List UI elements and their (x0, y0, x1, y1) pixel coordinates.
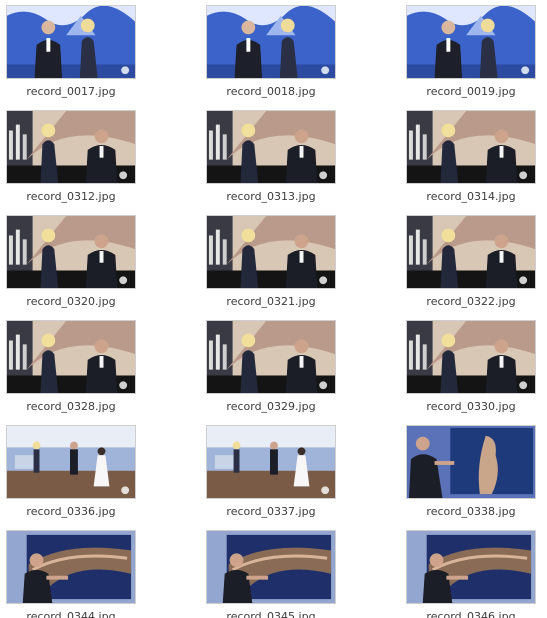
file-item[interactable]: record_0017.jpg (0, 5, 142, 109)
image-thumbnail[interactable] (406, 215, 536, 289)
file-item[interactable]: record_0346.jpg (382, 530, 542, 618)
file-item[interactable]: record_0337.jpg (182, 425, 342, 529)
file-item[interactable]: record_0328.jpg (0, 320, 142, 424)
file-name-label: record_0328.jpg (26, 400, 116, 413)
file-item[interactable]: record_0329.jpg (182, 320, 342, 424)
file-item[interactable]: record_0330.jpg (382, 320, 542, 424)
file-item[interactable]: record_0345.jpg (182, 530, 342, 618)
image-thumbnail[interactable] (6, 215, 136, 289)
file-name-label: record_0336.jpg (26, 505, 116, 518)
file-item[interactable]: record_0313.jpg (182, 110, 342, 214)
file-thumbnail-grid: record_0017.jpg record_0018.jpg record_0… (0, 0, 547, 618)
file-name-label: record_0314.jpg (426, 190, 516, 203)
file-name-label: record_0346.jpg (426, 610, 516, 618)
image-thumbnail[interactable] (6, 320, 136, 394)
file-name-label: record_0312.jpg (26, 190, 116, 203)
file-name-label: record_0320.jpg (26, 295, 116, 308)
file-item[interactable]: record_0018.jpg (182, 5, 342, 109)
file-name-label: record_0321.jpg (226, 295, 316, 308)
image-thumbnail[interactable] (406, 425, 536, 499)
file-name-label: record_0337.jpg (226, 505, 316, 518)
file-name-label: record_0330.jpg (426, 400, 516, 413)
file-item[interactable]: record_0019.jpg (382, 5, 542, 109)
image-thumbnail[interactable] (6, 530, 136, 604)
file-name-label: record_0322.jpg (426, 295, 516, 308)
image-thumbnail[interactable] (206, 110, 336, 184)
file-item[interactable]: record_0314.jpg (382, 110, 542, 214)
image-thumbnail[interactable] (206, 320, 336, 394)
file-name-label: record_0019.jpg (426, 85, 516, 98)
file-item[interactable]: record_0322.jpg (382, 215, 542, 319)
file-name-label: record_0017.jpg (26, 85, 116, 98)
image-thumbnail[interactable] (6, 425, 136, 499)
file-name-label: record_0338.jpg (426, 505, 516, 518)
image-thumbnail[interactable] (406, 5, 536, 79)
image-thumbnail[interactable] (206, 5, 336, 79)
file-item[interactable]: record_0320.jpg (0, 215, 142, 319)
image-thumbnail[interactable] (6, 5, 136, 79)
image-thumbnail[interactable] (406, 530, 536, 604)
file-item[interactable]: record_0312.jpg (0, 110, 142, 214)
image-thumbnail[interactable] (206, 425, 336, 499)
image-thumbnail[interactable] (206, 215, 336, 289)
file-item[interactable]: record_0338.jpg (382, 425, 542, 529)
image-thumbnail[interactable] (206, 530, 336, 604)
image-thumbnail[interactable] (406, 320, 536, 394)
file-name-label: record_0344.jpg (26, 610, 116, 618)
file-item[interactable]: record_0321.jpg (182, 215, 342, 319)
image-thumbnail[interactable] (406, 110, 536, 184)
file-name-label: record_0345.jpg (226, 610, 316, 618)
file-name-label: record_0018.jpg (226, 85, 316, 98)
image-thumbnail[interactable] (6, 110, 136, 184)
file-item[interactable]: record_0344.jpg (0, 530, 142, 618)
file-name-label: record_0329.jpg (226, 400, 316, 413)
file-item[interactable]: record_0336.jpg (0, 425, 142, 529)
file-name-label: record_0313.jpg (226, 190, 316, 203)
